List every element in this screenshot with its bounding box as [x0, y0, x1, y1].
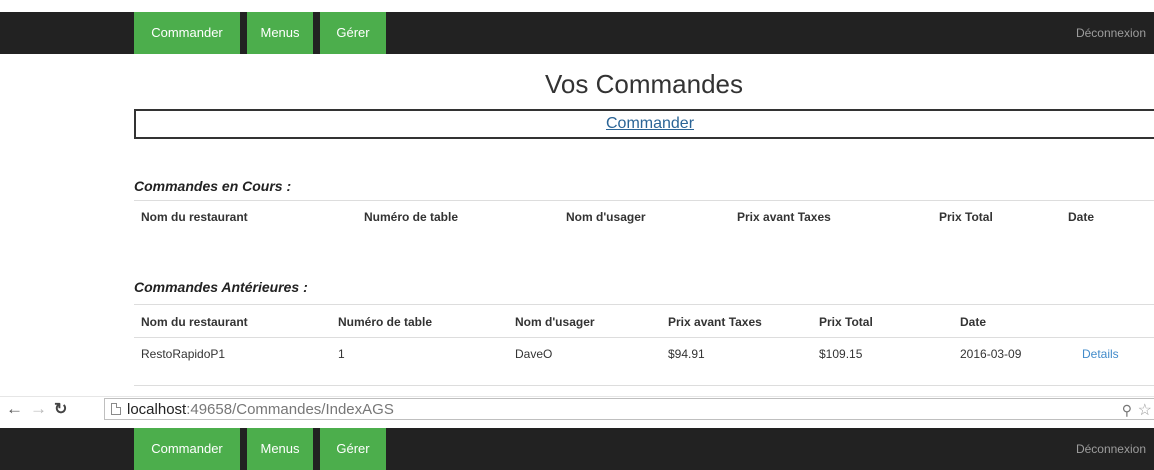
- details-link[interactable]: Details: [1082, 347, 1119, 361]
- column-header-restaurant: Nom du restaurant: [141, 315, 248, 329]
- current-orders-title: Commandes en Cours :: [134, 178, 292, 194]
- logout-link[interactable]: Déconnexion: [1076, 12, 1146, 54]
- nav-gerer-button[interactable]: Gérer: [320, 12, 386, 54]
- column-header-restaurant: Nom du restaurant: [141, 210, 248, 224]
- nav-commander-button[interactable]: Commander: [134, 12, 240, 54]
- past-orders-title: Commandes Antérieures :: [134, 279, 308, 295]
- divider: [134, 385, 1154, 386]
- cell-restaurant: RestoRapidoP1: [141, 347, 226, 361]
- cell-user: DaveO: [515, 347, 553, 361]
- url-path: :49658/Commandes/IndexAGS: [186, 401, 394, 418]
- forward-arrow-icon[interactable]: →: [30, 399, 47, 419]
- column-header-price-before-tax: Prix avant Taxes: [668, 315, 762, 329]
- nav-gerer-button[interactable]: Gérer: [320, 428, 386, 470]
- column-header-price-before-tax: Prix avant Taxes: [737, 210, 831, 224]
- column-header-date: Date: [1068, 210, 1095, 224]
- nav-menus-button[interactable]: Menus: [247, 428, 313, 470]
- divider: [134, 200, 1154, 201]
- column-header-total: Prix Total: [939, 210, 993, 224]
- divider: [134, 337, 1154, 338]
- nav-commander-button[interactable]: Commander: [134, 428, 240, 470]
- commander-link[interactable]: Commander: [606, 111, 694, 137]
- cell-total: $109.15: [819, 347, 863, 361]
- back-arrow-icon[interactable]: ←: [6, 399, 23, 419]
- url-text[interactable]: localhost:49658/Commandes/IndexAGS: [127, 401, 394, 418]
- column-header-table: Numéro de table: [338, 315, 433, 329]
- zoom-icon[interactable]: ⚲: [1122, 402, 1132, 419]
- address-bar[interactable]: localhost:49658/Commandes/IndexAGS ⚲ ☆: [104, 398, 1154, 420]
- logout-link[interactable]: Déconnexion: [1076, 428, 1146, 470]
- command-box: Commander: [134, 109, 1154, 139]
- column-header-user: Nom d'usager: [566, 210, 646, 224]
- divider: [134, 304, 1154, 305]
- column-header-user: Nom d'usager: [515, 315, 595, 329]
- cell-price-before-tax: $94.91: [668, 347, 705, 361]
- column-header-table: Numéro de table: [364, 210, 459, 224]
- nav-menus-button[interactable]: Menus: [247, 12, 313, 54]
- bottom-navbar: Commander Menus Gérer Déconnexion: [0, 428, 1154, 470]
- page-title: Vos Commandes: [545, 69, 743, 99]
- page-icon: [111, 403, 121, 415]
- browser-toolbar: ← → ↻ localhost:49658/Commandes/IndexAGS…: [0, 396, 1154, 422]
- column-header-date: Date: [960, 315, 987, 329]
- column-header-total: Prix Total: [819, 315, 873, 329]
- star-icon[interactable]: ☆: [1138, 400, 1152, 420]
- url-host: localhost: [127, 401, 187, 418]
- cell-date: 2016-03-09: [960, 347, 1022, 361]
- cell-table: 1: [338, 347, 345, 361]
- top-navbar: Commander Menus Gérer Déconnexion: [0, 12, 1154, 54]
- reload-icon[interactable]: ↻: [54, 399, 67, 419]
